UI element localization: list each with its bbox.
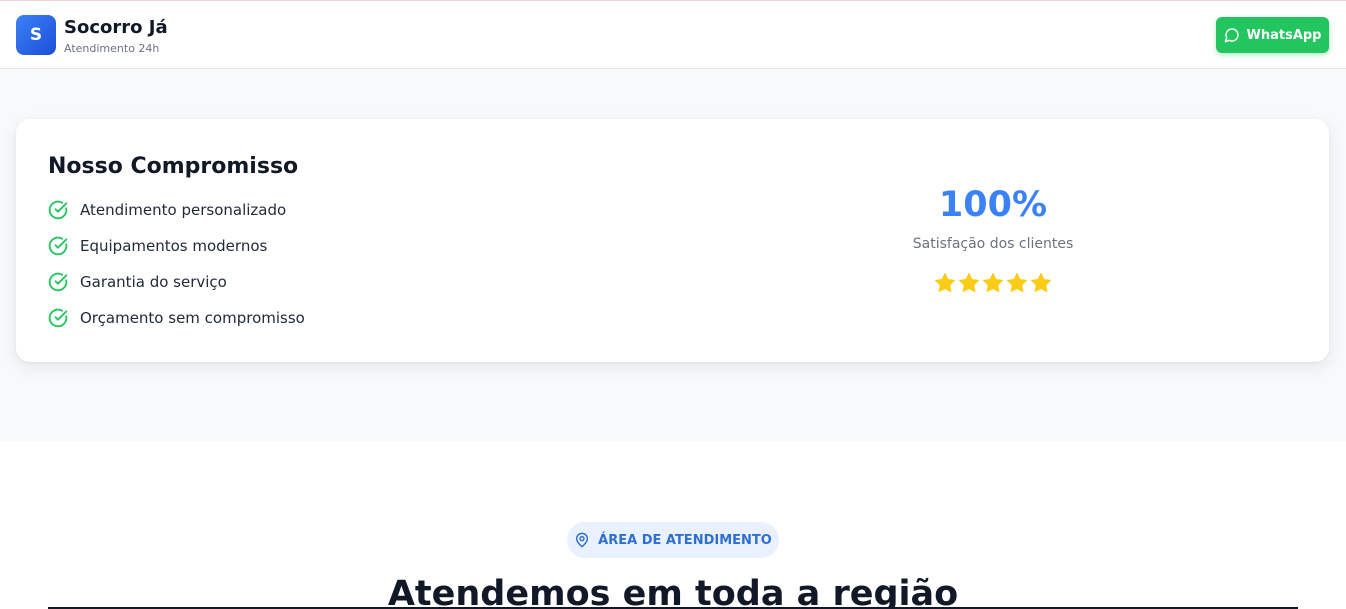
feature-label: Equipamentos modernos <box>80 237 268 255</box>
whatsapp-button-label: WhatsApp <box>1246 27 1322 43</box>
check-circle-icon <box>48 272 68 292</box>
feature-item: Atendimento personalizado <box>48 199 286 221</box>
feature-label: Atendimento personalizado <box>80 201 287 219</box>
star-icon <box>983 273 1003 292</box>
check-circle-icon <box>48 200 68 220</box>
map-pin-icon <box>576 532 589 548</box>
star-icon <box>935 273 955 292</box>
feature-label: Orçamento sem compromisso <box>80 309 305 327</box>
check-circle-icon <box>48 236 68 256</box>
feature-item: Equipamentos modernos <box>48 235 267 257</box>
star-icon <box>1007 273 1027 292</box>
area-badge: ÁREA DE ATENDIMENTO <box>567 522 779 558</box>
whatsapp-icon <box>1224 28 1239 43</box>
commitment-title: Nosso Compromisso <box>48 154 299 179</box>
satisfaction-label: Satisfação dos clientes <box>912 236 1074 252</box>
brand-tagline: Atendimento 24h <box>64 42 160 55</box>
commitment-card: Nosso Compromisso Atendimento personaliz… <box>16 119 1329 362</box>
brand-name[interactable]: Socorro Já <box>64 17 168 38</box>
whatsapp-button[interactable]: WhatsApp <box>1216 17 1329 53</box>
satisfaction-value: 100% <box>938 185 1048 225</box>
star-icon <box>959 273 979 292</box>
rating-stars <box>933 271 1053 295</box>
logo-badge[interactable]: S <box>16 15 56 55</box>
feature-item: Garantia do serviço <box>48 271 227 293</box>
star-icon <box>1031 273 1051 292</box>
site-header: S Socorro Já Atendimento 24h WhatsApp <box>0 1 1346 69</box>
area-title: Atendemos em toda a região <box>387 574 959 609</box>
area-badge-label: ÁREA DE ATENDIMENTO <box>598 532 772 548</box>
feature-label: Garantia do serviço <box>80 273 227 291</box>
check-circle-icon <box>48 308 68 328</box>
feature-item: Orçamento sem compromisso <box>48 307 305 329</box>
